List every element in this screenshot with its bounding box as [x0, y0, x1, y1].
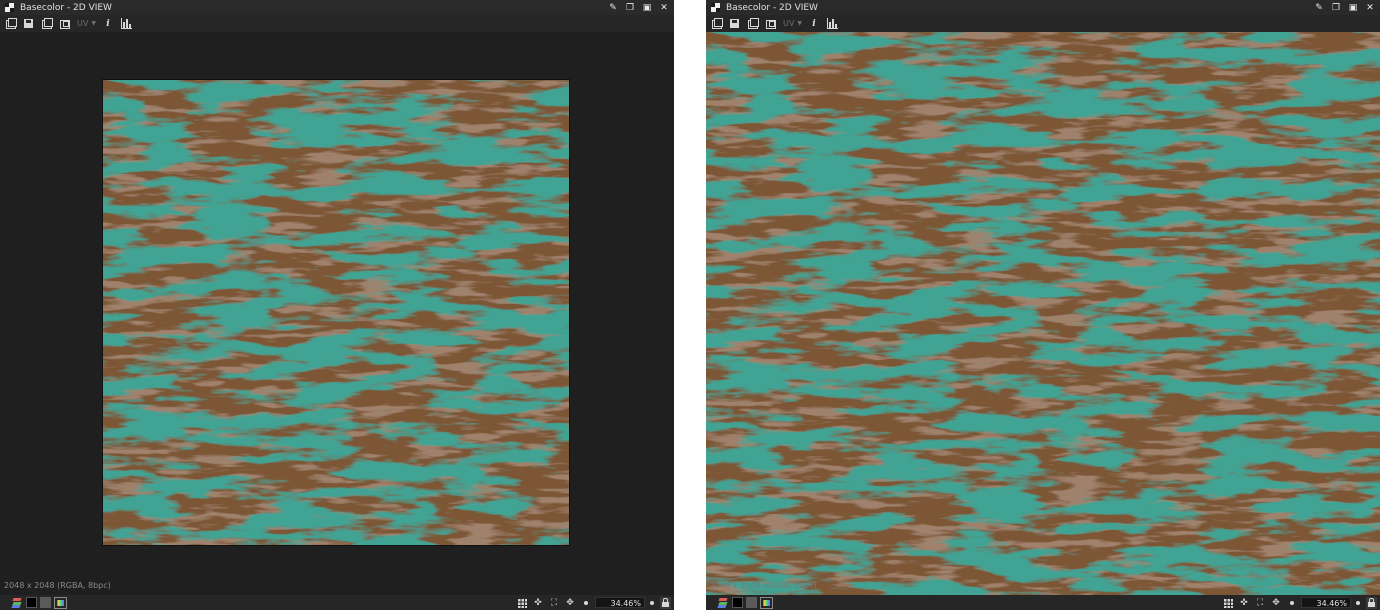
background-gray-swatch[interactable]: [746, 597, 757, 608]
color-picker-icon[interactable]: ✜: [532, 597, 544, 609]
pin-icon[interactable]: ✎: [607, 2, 619, 14]
zoom-in-icon[interactable]: [1356, 600, 1360, 605]
background-gray-swatch[interactable]: [40, 597, 51, 608]
pan-icon[interactable]: ✥: [1270, 597, 1282, 609]
save-icon[interactable]: [729, 18, 741, 30]
grid-icon[interactable]: [516, 597, 528, 609]
view-panel-right: Basecolor - 2D VIEW ✎ ❐ ▣ ✕ UV ▼ i 2048 x…: [706, 0, 1380, 610]
copy-icon[interactable]: [747, 17, 759, 30]
color-picker-icon[interactable]: ✜: [1238, 597, 1250, 609]
pin-icon[interactable]: ✎: [1313, 2, 1325, 14]
color-channels-icon[interactable]: [54, 596, 67, 609]
histogram-icon[interactable]: [826, 17, 838, 30]
uv-label: UV: [783, 19, 795, 28]
uv-label: UV: [77, 19, 89, 28]
status-bar: ✜ ⛶ ✥ 34.46%: [0, 595, 674, 610]
info-icon[interactable]: i: [808, 18, 820, 30]
view-panel-left: Basecolor - 2D VIEW ✎ ❐ ▣ ✕ UV ▼ i 2048 x…: [0, 0, 674, 610]
info-icon[interactable]: i: [102, 18, 114, 30]
color-channels-icon[interactable]: [760, 596, 773, 609]
app-icon: [711, 3, 720, 12]
zoom-level-field[interactable]: 34.46%: [1301, 597, 1351, 608]
texture-canvas-tiled[interactable]: [706, 32, 1380, 595]
close-icon[interactable]: ✕: [658, 2, 670, 14]
view-toolbar: UV ▼ i: [0, 15, 674, 32]
layers-icon[interactable]: [12, 597, 23, 608]
title-bar: Basecolor - 2D VIEW ✎ ❐ ▣ ✕: [706, 0, 1380, 15]
lock-icon[interactable]: [1366, 596, 1377, 609]
background-black-swatch[interactable]: [26, 597, 37, 608]
background-black-swatch[interactable]: [732, 597, 743, 608]
uv-dropdown[interactable]: UV ▼: [783, 19, 802, 28]
zoom-out-icon[interactable]: [584, 600, 588, 605]
fit-view-icon[interactable]: ⛶: [1254, 597, 1266, 609]
uv-dropdown[interactable]: UV ▼: [77, 19, 96, 28]
pan-icon[interactable]: ✥: [564, 597, 576, 609]
texture-canvas[interactable]: [103, 80, 569, 545]
title-bar: Basecolor - 2D VIEW ✎ ❐ ▣ ✕: [0, 0, 674, 15]
zoom-level-field[interactable]: 34.46%: [595, 597, 645, 608]
window-title: Basecolor - 2D VIEW: [726, 2, 818, 13]
restore-icon[interactable]: ❐: [1330, 2, 1342, 14]
save-icon[interactable]: [23, 18, 35, 30]
image-info: 2048 x 2048 (RGBA, 8bpc): [710, 581, 817, 590]
tiling-icon[interactable]: [765, 18, 777, 30]
app-icon: [5, 3, 14, 12]
status-bar: ✜ ⛶ ✥ 34.46%: [706, 595, 1380, 610]
window-title: Basecolor - 2D VIEW: [20, 2, 112, 13]
view-toolbar: UV ▼ i: [706, 15, 1380, 32]
export-icon[interactable]: [711, 17, 723, 30]
zoom-out-icon[interactable]: [1290, 600, 1294, 605]
export-icon[interactable]: [5, 17, 17, 30]
layers-icon[interactable]: [718, 597, 729, 608]
restore-icon[interactable]: ❐: [624, 2, 636, 14]
texture-image: [706, 32, 1380, 595]
copy-icon[interactable]: [41, 17, 53, 30]
maximize-icon[interactable]: ▣: [1347, 2, 1359, 14]
grid-icon[interactable]: [1222, 597, 1234, 609]
lock-icon[interactable]: [660, 596, 671, 609]
fit-view-icon[interactable]: ⛶: [548, 597, 560, 609]
close-icon[interactable]: ✕: [1364, 2, 1376, 14]
histogram-icon[interactable]: [120, 17, 132, 30]
texture-image: [103, 80, 569, 545]
zoom-in-icon[interactable]: [650, 600, 654, 605]
image-info: 2048 x 2048 (RGBA, 8bpc): [4, 581, 111, 590]
tiling-icon[interactable]: [59, 18, 71, 30]
maximize-icon[interactable]: ▣: [641, 2, 653, 14]
